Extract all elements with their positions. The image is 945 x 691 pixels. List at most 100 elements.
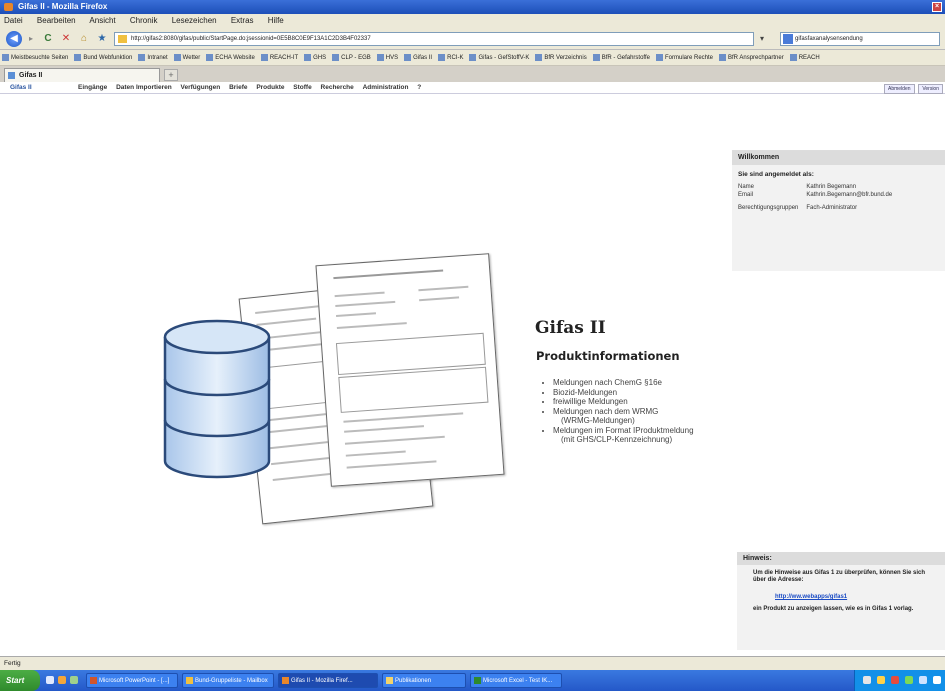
feature-item: Meldungen nach ChemG §16e <box>553 378 694 388</box>
explorer-quicklaunch-icon[interactable] <box>70 676 78 684</box>
feature-item: Meldungen nach dem WRMG <box>553 407 694 417</box>
tray-icon[interactable] <box>891 676 899 684</box>
menu-datei[interactable]: Datei <box>4 16 23 25</box>
bookmark-favicon-icon <box>173 53 181 61</box>
welcome-subheading: Sie sind angemeldet als: <box>738 171 814 178</box>
bookmark-item[interactable]: RCI-K <box>438 53 463 61</box>
menu-lesezeichen[interactable]: Lesezeichen <box>172 16 217 25</box>
bookmark-label: Wetter <box>182 55 201 61</box>
bookmark-item[interactable]: BfR - Gefahrstoffe <box>592 53 650 61</box>
app-brand[interactable]: Gifas II <box>10 82 32 93</box>
bookmark-favicon-icon <box>138 53 146 61</box>
user-info-label: Name <box>738 184 755 190</box>
nav-eingaenge[interactable]: Eingänge <box>78 84 107 91</box>
menu-bar: Datei Bearbeiten Ansicht Chronik Lesezei… <box>0 14 945 28</box>
bookmark-item[interactable]: BfR Verzeichnis <box>535 53 587 61</box>
bookmark-label: ECHA Website <box>215 55 255 61</box>
bookmark-item[interactable]: Gifas - GefStoffV-K <box>469 53 529 61</box>
tray-icon[interactable] <box>905 676 913 684</box>
bookmark-item[interactable]: Bund Webfunktion <box>74 53 132 61</box>
tray-icon[interactable] <box>919 676 927 684</box>
bookmark-favicon-icon <box>206 53 214 61</box>
stop-icon[interactable]: ✕ <box>58 31 74 47</box>
task-label: Publikationen <box>395 678 432 684</box>
bookmark-label: Formulare Rechte <box>664 55 714 61</box>
bookmark-label: GHS <box>313 55 327 61</box>
new-tab-button[interactable]: + <box>164 69 178 81</box>
bookmark-icon[interactable]: ★ <box>94 31 110 47</box>
bookmark-label: Gifas II <box>413 55 433 61</box>
search-input[interactable]: gifasfaxanalysensendung <box>780 32 940 46</box>
user-info-value: Kathrin.Begemann@bfr.bund.de <box>806 191 893 198</box>
bookmark-label: REACH <box>798 55 820 61</box>
bookmark-favicon-icon <box>719 53 727 61</box>
bookmark-item[interactable]: CLP - EGB <box>332 53 371 61</box>
forward-button[interactable]: ▸ <box>26 31 36 47</box>
bookmark-label: Intranet <box>147 55 168 61</box>
page-subtitle: Produktinformationen <box>536 349 680 363</box>
reload-icon[interactable]: C <box>40 31 56 47</box>
bookmark-favicon-icon <box>469 53 477 61</box>
menu-bearbeiten[interactable]: Bearbeiten <box>37 16 76 25</box>
nav-help[interactable]: ? <box>417 84 421 91</box>
bookmark-favicon-icon <box>592 53 600 61</box>
user-info-label: Email <box>738 191 754 198</box>
menu-ansicht[interactable]: Ansicht <box>89 16 115 25</box>
tray-icon[interactable] <box>863 676 871 684</box>
nav-daten-importieren[interactable]: Daten Importieren <box>116 84 172 91</box>
system-tray <box>854 670 945 691</box>
bookmark-item[interactable]: Meistbesuchte Seiten <box>2 53 68 61</box>
feature-item-continuation: (WRMG-Meldungen) <box>561 416 635 425</box>
menu-hilfe[interactable]: Hilfe <box>268 16 284 25</box>
task-firefox[interactable]: Gifas II - Mozilla Firef... <box>278 673 378 688</box>
nav-stoffe[interactable]: Stoffe <box>293 84 311 91</box>
tab-gifas[interactable]: Gifas II <box>4 68 160 82</box>
version-button[interactable]: Version <box>918 84 943 94</box>
nav-recherche[interactable]: Recherche <box>321 84 354 91</box>
task-powerpoint[interactable]: Microsoft PowerPoint - [...] <box>86 673 178 688</box>
logout-button[interactable]: Abmelden <box>883 84 915 94</box>
bookmark-label: REACH-IT <box>269 55 299 61</box>
start-button[interactable]: Start <box>0 670 40 691</box>
url-bar[interactable]: http://gifas2:8080/gifas/public/StartPag… <box>114 32 754 46</box>
bookmark-item[interactable]: GHS <box>304 53 327 61</box>
search-engine-icon[interactable] <box>783 34 793 44</box>
menu-chronik[interactable]: Chronik <box>130 16 158 25</box>
feature-item-continuation: (mit GHS/CLP-Kennzeichnung) <box>561 435 673 444</box>
bookmark-label: BfR Verzeichnis <box>544 55 587 61</box>
hint-text-2: ein Produkt zu anzeigen lassen, wie es i… <box>753 606 914 612</box>
firefox-quicklaunch-icon[interactable] <box>58 676 66 684</box>
firefox-icon <box>282 677 289 684</box>
task-publikationen[interactable]: Publikationen <box>382 673 466 688</box>
user-info-table: Name Kathrin Begemann Email Kathrin.Begema… <box>738 184 900 213</box>
task-mailbox[interactable]: Bund-Gruppeliste - Mailbox <box>182 673 274 688</box>
nav-administration[interactable]: Administration <box>363 84 409 91</box>
feature-item: freiwillige Meldungen <box>553 397 694 407</box>
home-icon[interactable]: ⌂ <box>76 31 92 47</box>
bookmark-item[interactable]: Formulare Rechte <box>655 53 714 61</box>
task-excel[interactable]: Microsoft Excel - Test IK... <box>470 673 562 688</box>
bookmark-favicon-icon <box>304 53 312 61</box>
back-button[interactable]: ◀ <box>6 31 22 47</box>
nav-briefe[interactable]: Briefe <box>229 84 247 91</box>
bookmark-item[interactable]: Gifas II <box>404 53 433 61</box>
tray-icon[interactable] <box>877 676 885 684</box>
bookmark-item[interactable]: HVS <box>376 53 398 61</box>
window-title: Gifas II - Mozilla Firefox <box>18 2 108 11</box>
bookmark-item[interactable]: Intranet <box>138 53 168 61</box>
menu-extras[interactable]: Extras <box>231 16 254 25</box>
bookmark-favicon-icon <box>376 53 384 61</box>
bookmark-item[interactable]: REACH-IT <box>260 53 299 61</box>
url-dropdown-icon[interactable]: ▾ <box>755 32 769 46</box>
bookmark-item[interactable]: Wetter <box>173 53 201 61</box>
gifas1-link[interactable]: http://ww.webapps/gifas1 <box>775 594 945 600</box>
bookmark-item[interactable]: BfR Ansprechpartner <box>719 53 784 61</box>
nav-verfuegungen[interactable]: Verfügungen <box>181 84 221 91</box>
bookmark-item[interactable]: ECHA Website <box>206 53 255 61</box>
bookmark-item[interactable]: REACH <box>789 53 820 61</box>
nav-produkte[interactable]: Produkte <box>256 84 284 91</box>
excel-icon <box>474 677 481 684</box>
close-window-button[interactable]: × <box>932 2 942 12</box>
show-desktop-icon[interactable] <box>46 676 54 684</box>
tray-icon[interactable] <box>933 676 941 684</box>
